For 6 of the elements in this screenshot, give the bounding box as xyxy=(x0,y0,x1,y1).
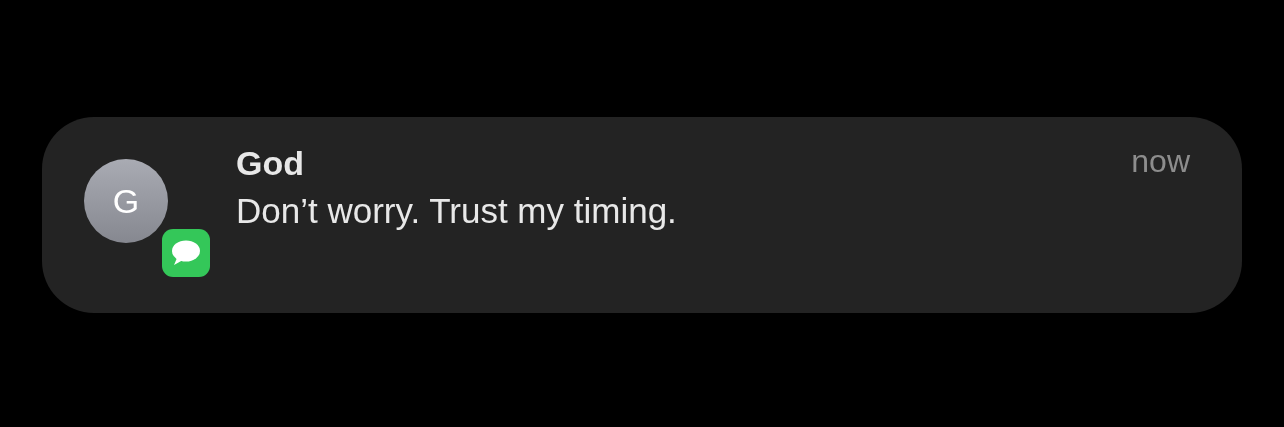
timestamp: now xyxy=(1131,142,1190,181)
message-text: Don’t worry. Trust my timing. xyxy=(236,190,678,232)
notification-card[interactable]: G God Don’t worry. Trust my timing. now xyxy=(42,117,1242,313)
message-bubble-icon xyxy=(162,229,210,277)
contact-avatar: G xyxy=(84,159,168,243)
sender-name: God xyxy=(236,143,305,184)
